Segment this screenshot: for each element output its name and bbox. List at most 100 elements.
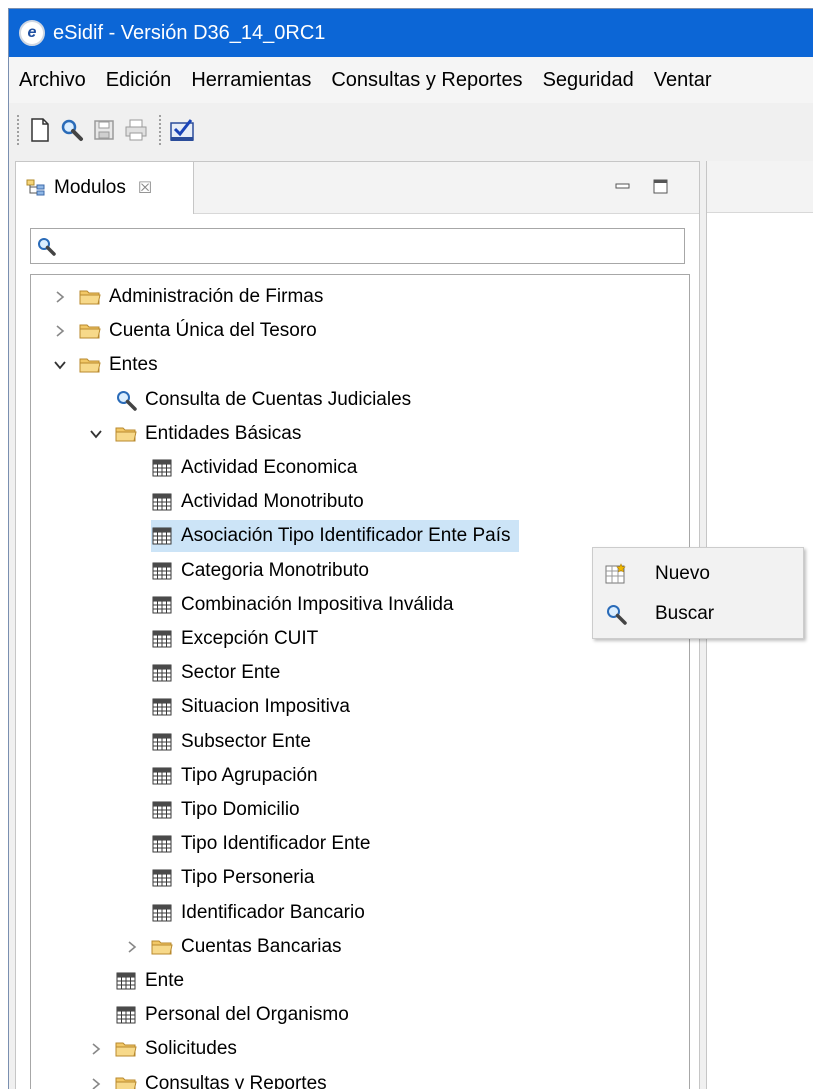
tree-item[interactable]: Asociación Tipo Identificador Ente País [151,520,519,553]
table-icon [151,696,173,718]
tab-modulos[interactable]: Modulos ☒ [16,162,194,214]
toolbar-grip [17,115,19,145]
tree-item[interactable]: Excepción CUIT [151,623,326,655]
minimize-icon[interactable] [614,178,632,196]
toolbar [9,103,813,157]
tree-item-label: Excepción CUIT [181,628,319,649]
tree-item-label: Categoria Monotributo [181,559,369,581]
tree-item-label: Cuentas Bancarias [181,935,342,957]
table-icon [151,799,173,821]
checklist-icon[interactable] [167,115,197,145]
tree-item-label: Actividad Monotributo [181,491,364,513]
folder-icon [115,1038,137,1060]
tree-item[interactable]: Cuenta Única del Tesoro [51,315,325,347]
tree-item[interactable]: Combinación Impositiva Inválida [151,589,461,621]
tree-item[interactable]: Consulta de Cuentas Judiciales [115,384,419,416]
menu-ventana[interactable]: Ventar [644,69,722,92]
context-menu-label-buscar: Buscar [655,603,715,624]
context-menu-label-nuevo: Nuevo [655,563,710,584]
save-icon[interactable] [89,115,119,145]
tree-item[interactable]: Solicitudes [87,1033,245,1065]
new-document-icon[interactable] [25,115,55,145]
collapsed-chevron-icon[interactable] [51,288,69,306]
tree-item[interactable]: Consultas y Reportes [87,1068,335,1089]
menu-seguridad[interactable]: Seguridad [533,69,644,92]
panel-tab-bar: Modulos ☒ [16,162,699,214]
tree-item[interactable]: Actividad Economica [151,452,365,484]
tree-item[interactable]: Situacion Impositiva [151,691,358,723]
maximize-icon[interactable] [652,178,670,196]
filter-search-input[interactable] [65,231,684,261]
table-icon [151,867,173,889]
collapsed-chevron-icon[interactable] [123,938,141,956]
table-icon [151,491,173,513]
collapsed-chevron-icon[interactable] [87,1075,105,1089]
expanded-chevron-icon[interactable] [87,425,105,443]
editor-tab-bar [707,161,813,213]
menu-herramientas[interactable]: Herramientas [181,69,321,92]
table-icon [151,560,173,582]
folder-icon [151,936,173,958]
tree-item[interactable]: Tipo Agrupación [151,760,326,792]
tree-item-label: Ente [145,970,185,991]
tree-item[interactable]: Personal del Organismo [115,999,357,1031]
search-icon [605,603,627,625]
tree-item-label: Sector Ente [181,662,281,684]
tree-item[interactable]: Ente [115,965,192,997]
tree-item-label: Entes [109,354,158,376]
collapsed-chevron-icon[interactable] [87,1040,105,1058]
tree-item-label: Tipo Identificador Ente [181,833,371,855]
table-icon [151,594,173,616]
tree-item[interactable]: Tipo Personeria [151,862,322,894]
search-icon [35,235,57,257]
tab-close-icon[interactable]: ☒ [138,178,152,198]
table-icon [151,662,173,684]
tree-item[interactable]: Categoria Monotributo [151,555,377,587]
context-menu-item-buscar[interactable]: Buscar [593,596,803,632]
menu-archivo[interactable]: Archivo [9,69,96,92]
tree-item[interactable]: Administración de Firmas [51,281,331,313]
menu-consultas-y-reportes[interactable]: Consultas y Reportes [321,69,532,92]
table-icon [151,833,173,855]
app-logo-icon: e [19,20,45,46]
tree-item[interactable]: Subsector Ente [151,726,319,758]
table-icon [151,731,173,753]
tree-item-label: Consulta de Cuentas Judiciales [145,388,412,410]
tree-item[interactable]: Actividad Monotributo [151,486,372,518]
tree-item[interactable]: Tipo Identificador Ente [151,828,378,860]
table-icon [115,970,137,992]
toolbar-separator [159,115,161,145]
new-record-icon [605,563,627,585]
folder-icon [115,1073,137,1089]
tree-item[interactable]: Entes [51,349,166,381]
tree-item-label: Combinación Impositiva Inválida [181,593,454,615]
table-icon [151,457,173,479]
tree-item-label: Subsector Ente [181,730,311,752]
collapsed-chevron-icon[interactable] [51,322,69,340]
menu-bar: Archivo Edición Herramientas Consultas y… [9,57,813,103]
table-icon [151,765,173,787]
folder-icon [79,320,101,342]
query-icon [115,389,137,411]
expanded-chevron-icon[interactable] [51,356,69,374]
folder-icon [79,354,101,376]
tree-item-label: Identificador Bancario [181,901,365,923]
search-icon[interactable] [57,115,87,145]
tree-item[interactable]: Entidades Básicas [87,418,309,450]
context-menu: Nuevo Buscar [592,547,804,639]
folder-icon [115,423,137,445]
filter-search-box[interactable] [30,228,685,264]
tree-item[interactable]: Sector Ente [151,657,288,689]
context-menu-item-nuevo[interactable]: Nuevo [593,556,803,592]
tree-item-label: Tipo Agrupación [181,764,318,786]
tree-item-label: Situacion Impositiva [181,696,350,718]
tree-item[interactable]: Identificador Bancario [151,897,373,929]
menu-edicion[interactable]: Edición [96,69,182,92]
tree-item[interactable]: Cuentas Bancarias [123,931,350,963]
window-title: eSidif - Versión D36_14_0RC1 [53,21,326,44]
tree-item-label: Administración de Firmas [109,286,324,307]
tree-item-label: Asociación Tipo Identificador Ente País [181,525,511,547]
tree-item-label: Tipo Personeria [181,867,315,889]
print-icon[interactable] [121,115,151,145]
tree-item[interactable]: Tipo Domicilio [151,794,308,826]
